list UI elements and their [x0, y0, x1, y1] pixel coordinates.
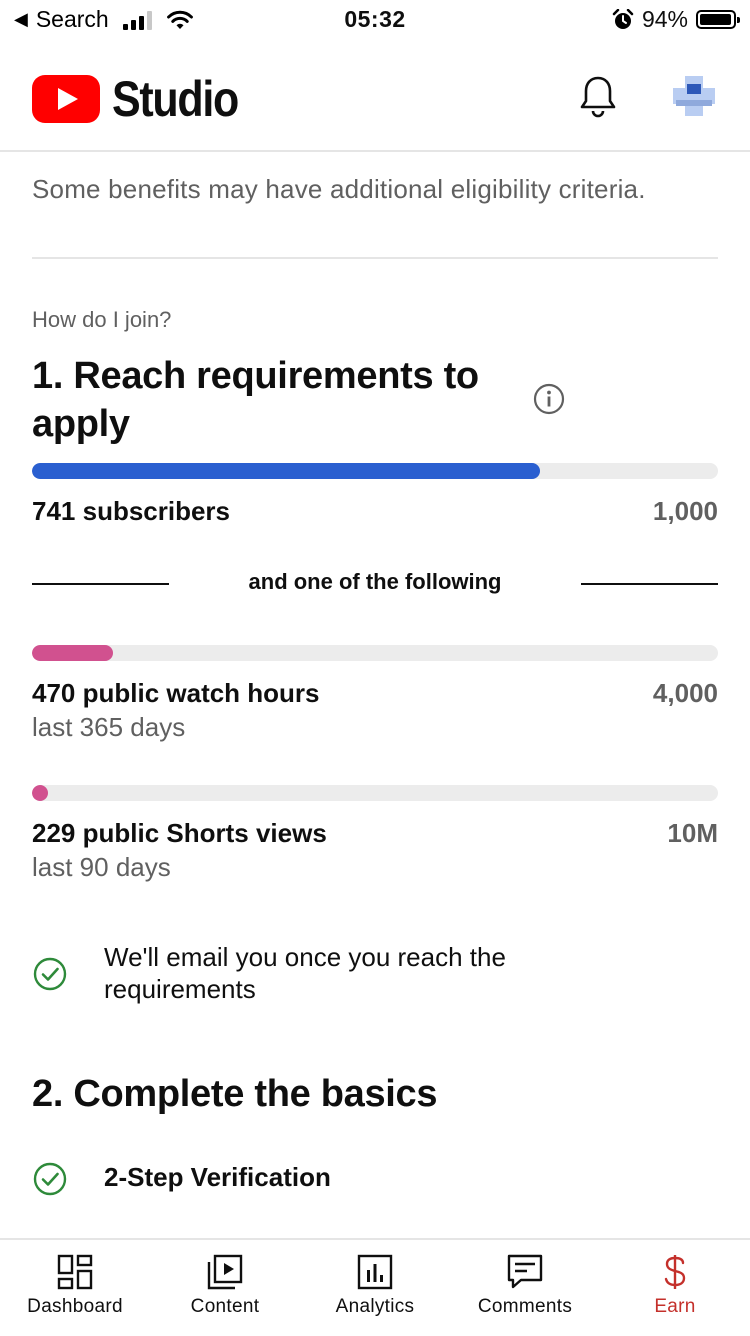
how-join-heading: How do I join? — [32, 307, 172, 332]
subscribers-label: 741 subscribers — [32, 496, 231, 526]
app-header: Studio — [0, 42, 750, 152]
watch-hours-period: last 365 days — [32, 712, 186, 742]
subscribers-progress — [32, 463, 718, 479]
subscribers-target: 1,000 — [652, 496, 718, 526]
watch-hours-label: 470 public watch hours — [32, 678, 320, 708]
status-right: 94% — [612, 6, 740, 33]
watch-hours-target: 4,000 — [652, 678, 718, 708]
channel-avatar[interactable] — [671, 74, 717, 118]
dashboard-icon — [57, 1254, 93, 1290]
tab-label: Content — [190, 1296, 260, 1317]
notifications-bell-icon[interactable] — [578, 74, 618, 118]
tab-label: Analytics — [335, 1296, 415, 1317]
info-icon[interactable] — [533, 383, 565, 415]
watch-hours-progress — [32, 645, 718, 661]
tab-earn[interactable]: Earn — [600, 1252, 750, 1318]
tab-analytics[interactable]: Analytics — [300, 1252, 450, 1318]
bottom-tab-bar: Dashboard Content Analytics Comments Ear… — [0, 1238, 750, 1336]
comments-icon — [507, 1254, 543, 1289]
analytics-icon — [357, 1254, 393, 1290]
subscribers-progress-fill — [32, 463, 540, 479]
section-divider — [32, 257, 718, 259]
tab-label: Comments — [477, 1296, 573, 1317]
two-step-verification-item[interactable]: 2-Step Verification — [104, 1162, 331, 1193]
alarm-icon — [612, 8, 634, 29]
alternative-requirements-label: and one of the following — [248, 569, 502, 594]
battery-percent: 94% — [641, 6, 688, 32]
divider-line-right — [581, 583, 718, 585]
check-circle-icon — [33, 1162, 67, 1196]
tab-comments[interactable]: Comments — [450, 1252, 600, 1318]
shorts-views-progress-fill — [32, 785, 48, 801]
step1-title: 1. Reach requirements to apply — [32, 355, 479, 445]
tab-dashboard[interactable]: Dashboard — [0, 1252, 150, 1318]
youtube-studio-logo[interactable]: Studio — [32, 70, 259, 128]
watch-hours-progress-fill — [32, 645, 113, 661]
shorts-views-period: last 90 days — [32, 852, 171, 882]
email-notice: We'll email you once you reach the requi… — [104, 942, 506, 1004]
check-circle-icon — [33, 957, 67, 991]
tab-label: Dashboard — [27, 1296, 123, 1317]
battery-icon — [696, 10, 740, 29]
tab-content[interactable]: Content — [150, 1252, 300, 1318]
shorts-views-target: 10M — [667, 818, 718, 848]
earn-icon — [664, 1255, 686, 1289]
youtube-play-icon — [32, 75, 100, 123]
tab-label: Earn — [654, 1296, 696, 1317]
eligibility-note: Some benefits may have additional eligib… — [32, 174, 646, 204]
content-icon — [207, 1254, 243, 1290]
shorts-views-label: 229 public Shorts views — [32, 818, 327, 848]
step2-title: 2. Complete the basics — [32, 1073, 438, 1115]
shorts-views-progress — [32, 785, 718, 801]
status-bar: ◀ Search 05:32 94% — [0, 0, 750, 42]
app-name: Studio — [112, 71, 239, 127]
